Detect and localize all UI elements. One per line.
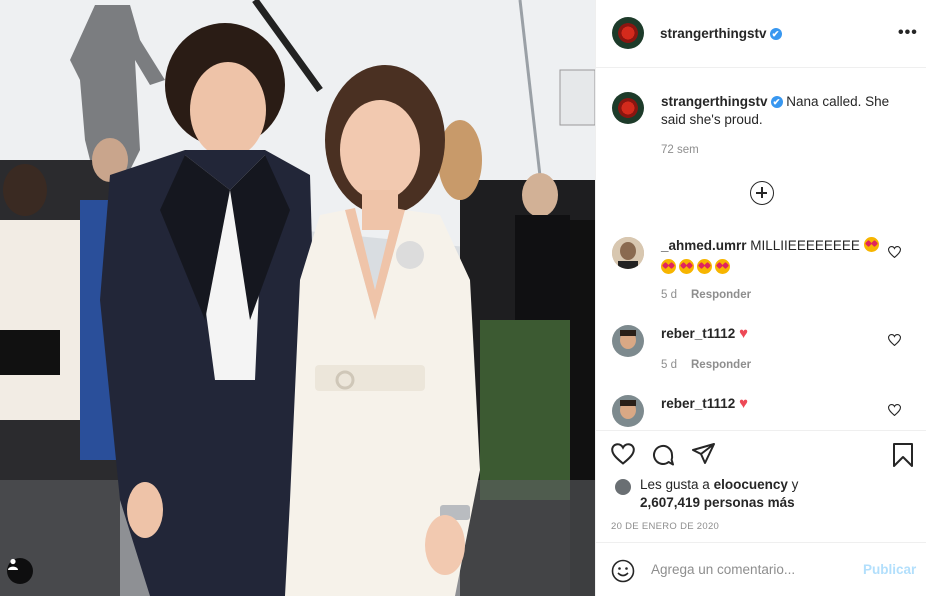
liker-username[interactable]: eloocuency	[714, 477, 788, 492]
author-avatar[interactable]	[612, 17, 644, 49]
reply-button[interactable]: Responder	[691, 359, 751, 371]
commenter-avatar[interactable]	[612, 237, 644, 269]
post-dialog: strangerthingstv ✔ ••• strangerthingstv ✔ …	[0, 0, 926, 596]
comment-input[interactable]	[651, 562, 851, 577]
emoji-smiley-icon[interactable]	[611, 559, 635, 583]
likes-summary: Les gusta a eloocuency y 2,607,419 perso…	[640, 476, 798, 512]
caption: strangerthingstv ✔ Nana called. She said …	[661, 93, 911, 129]
avatar-photo	[612, 395, 644, 427]
like-heart-icon[interactable]	[611, 443, 635, 465]
avatar-photo	[612, 325, 644, 357]
comment-time[interactable]: 5 d	[661, 289, 677, 301]
heart-eyes-emoji-icon	[697, 259, 712, 274]
comment-text: MILLIIEEEEEEEE	[750, 238, 860, 253]
post-side-panel: strangerthingstv ✔ ••• strangerthingstv ✔ …	[595, 0, 926, 596]
comment-username[interactable]: _ahmed.umrr	[661, 238, 747, 253]
verified-badge-icon: ✔	[770, 96, 783, 108]
commenter-avatar[interactable]	[612, 395, 644, 427]
post-actions: Les gusta a eloocuency y 2,607,419 perso…	[596, 430, 926, 542]
tagged-people-button[interactable]	[7, 558, 33, 584]
like-comment-heart-icon[interactable]	[888, 334, 901, 346]
heart-eyes-emoji-icon	[863, 237, 879, 252]
comment-item: reber_t1112 ♥	[661, 393, 886, 415]
comment-time[interactable]: 5 d	[661, 359, 677, 371]
red-heart-icon: ♥	[739, 325, 748, 342]
post-photo[interactable]	[0, 0, 595, 596]
commenter-avatar[interactable]	[612, 325, 644, 357]
save-bookmark-icon[interactable]	[892, 443, 914, 467]
like-comment-heart-icon[interactable]	[888, 246, 901, 258]
liker-avatar[interactable]	[615, 479, 631, 495]
comment-item: reber_t1112 ♥	[661, 323, 886, 345]
like-comment-heart-icon[interactable]	[888, 404, 901, 416]
caption-timestamp[interactable]: 72 sem	[661, 144, 699, 156]
likes-prefix: Les gusta a	[640, 477, 710, 492]
author-username[interactable]: strangerthingstv ✔	[660, 26, 782, 41]
photo-illustration	[0, 0, 595, 596]
more-options-button[interactable]: •••	[898, 24, 918, 42]
heart-eyes-emoji-icon	[715, 259, 730, 274]
caption-avatar[interactable]	[612, 92, 644, 124]
heart-eyes-emoji-icon	[679, 259, 694, 274]
likes-count[interactable]: 2,607,419 personas más	[640, 495, 795, 510]
likes-connector: y	[791, 477, 799, 492]
comment-bubble-icon[interactable]	[651, 443, 675, 467]
share-send-icon[interactable]	[692, 443, 716, 465]
comment-item: _ahmed.umrr MILLIIEEEEEEEE	[661, 235, 886, 279]
comment-meta: 5 d Responder	[661, 359, 751, 371]
add-comment-bar: Publicar	[596, 542, 926, 596]
post-date[interactable]: 20 DE ENERO DE 2020	[611, 521, 719, 532]
reply-button[interactable]: Responder	[691, 289, 751, 301]
verified-badge-icon: ✔	[769, 28, 782, 40]
user-icon	[8, 558, 18, 570]
red-heart-icon: ♥	[739, 395, 748, 412]
comment-meta: 5 d Responder	[661, 289, 751, 301]
avatar-photo	[612, 237, 644, 269]
author-username-text[interactable]: strangerthingstv	[660, 26, 767, 41]
comment-username[interactable]: reber_t1112	[661, 326, 735, 341]
post-header: strangerthingstv ✔ •••	[596, 0, 926, 68]
publish-button[interactable]: Publicar	[863, 562, 916, 577]
comment-username[interactable]: reber_t1112	[661, 396, 735, 411]
heart-eyes-emoji-icon	[661, 259, 676, 274]
caption-username[interactable]: strangerthingstv	[661, 94, 768, 109]
plus-circle-icon[interactable]	[750, 181, 774, 205]
